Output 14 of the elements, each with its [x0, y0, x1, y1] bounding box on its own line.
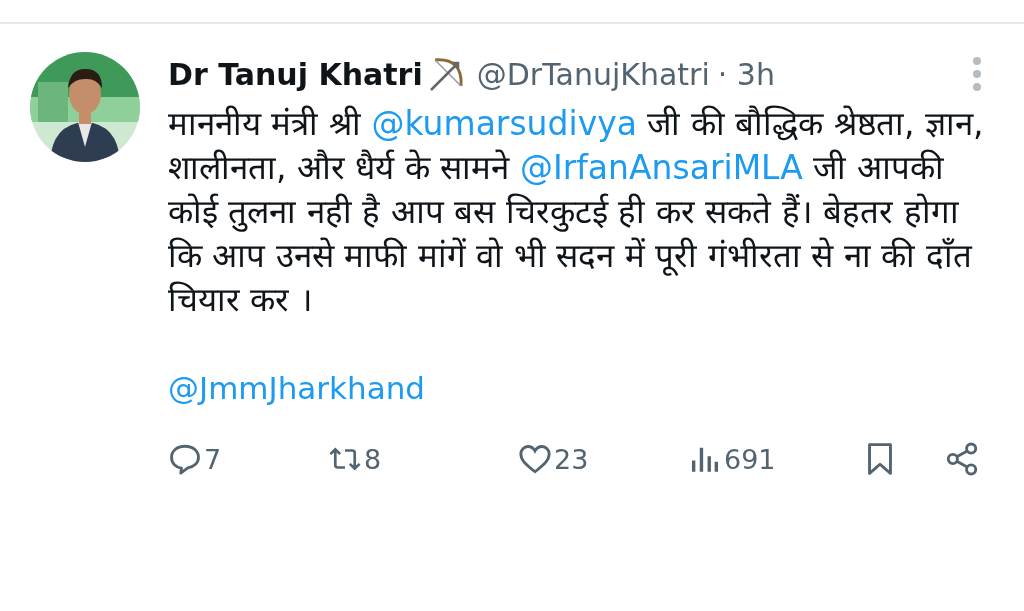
mention-link[interactable]: @kumarsudivya: [371, 104, 637, 143]
post-time: · 3h: [717, 56, 775, 92]
mention-link[interactable]: @IrfanAnsariMLA: [519, 148, 803, 187]
heart-icon[interactable]: [518, 442, 552, 476]
share-icon[interactable]: [945, 442, 979, 476]
action-count: 7: [204, 443, 222, 475]
author-handle[interactable]: @DrTanujKhatri: [476, 56, 710, 92]
action-count: 691: [724, 443, 776, 475]
tweet-text: माननीय मंत्री श्री @kumarsudivya जी की बौद्धिक श्रेष्ठता, ज्ञान, शालीनता, और धैर्य के सामने @IrfanAnsariMLA जी आपकी कोई तुलना नही है आप बस चिरकुटई ही कर सकते हैं। बेहतर होगा कि आप उनसे माफी मांगें वो भी सदन में पूरी गंभीरता से ना की दाँत चियार कर ।: [168, 103, 985, 321]
action-count: 23: [554, 443, 589, 475]
reply-icon[interactable]: [168, 442, 202, 476]
action-count: 8: [364, 443, 382, 475]
author-name[interactable]: Dr Tanuj Khatri: [168, 56, 423, 92]
mention-link[interactable]: @JmmJharkhand: [168, 366, 425, 410]
